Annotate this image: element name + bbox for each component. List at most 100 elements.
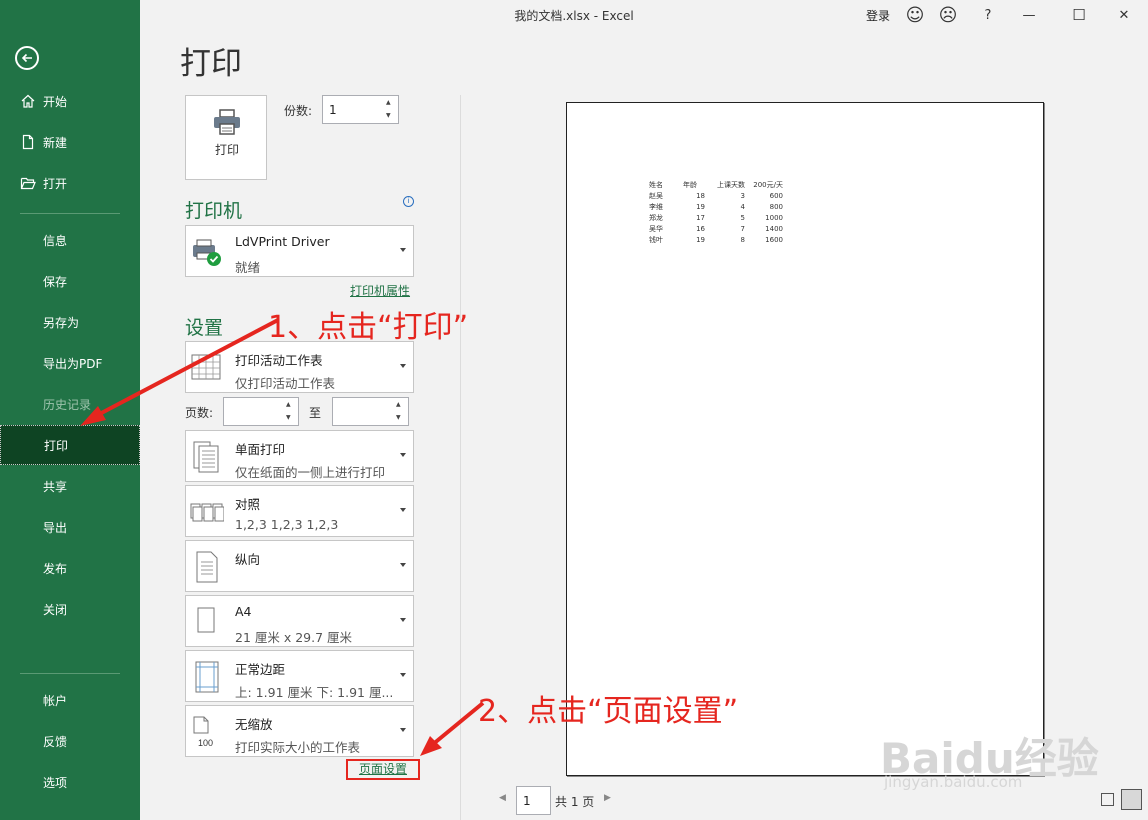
page-setup-link[interactable]: 页面设置 [346,759,420,780]
sidebar-item-save-as[interactable]: 另存为 [0,302,140,342]
pages-label: 页数: [185,406,214,420]
new-document-icon [22,134,34,150]
margins-icon [195,661,219,693]
down-arrow-icon[interactable]: ▼ [286,413,296,423]
excel-backstage-window: 开始 新建 打开 信息 保存 另存为 导出为PDF 历史记录 打印 共享 导出 … [0,0,1148,820]
sidebar-item-feedback[interactable]: 反馈 [0,721,140,761]
down-arrow-icon[interactable]: ▼ [396,413,406,423]
sidebar-item-label: 信息 [43,233,68,248]
margins-title: 正常边距 [235,662,286,677]
copies-stepper[interactable]: 1 ▲ ▼ [322,95,399,124]
stepper-arrows[interactable]: ▲ ▼ [396,400,406,423]
margins-dropdown[interactable]: 正常边距 上: 1.91 厘米 下: 1.91 厘... [185,650,414,702]
chevron-down-icon [400,248,406,252]
back-arrow-icon [21,53,32,63]
help-button[interactable]: ? [977,4,999,26]
backstage-sidebar: 开始 新建 打开 信息 保存 另存为 导出为PDF 历史记录 打印 共享 导出 … [0,0,140,820]
pages-to-input[interactable]: ▲ ▼ [332,397,409,426]
pages-from-input[interactable]: ▲ ▼ [223,397,299,426]
cell: 钱叶 [649,236,663,244]
header-cell: 姓名 [649,181,663,189]
page-number-input[interactable]: 1 [516,786,551,815]
title-bar: 我的文档.xlsx - Excel 登录 ☺ ☹ ? — ☐ ✕ [140,0,1148,30]
up-arrow-icon[interactable]: ▲ [286,400,296,410]
orientation-dropdown[interactable]: 纵向 [185,540,414,592]
sidebar-item-label: 反馈 [43,734,68,749]
sidebar-item-share[interactable]: 共享 [0,466,140,506]
cell: 16 [696,225,705,233]
cell: 1400 [765,225,783,233]
chevron-down-icon [400,453,406,457]
scaling-dropdown[interactable]: 100 无缩放 打印实际大小的工作表 [185,705,414,757]
sidebar-item-close[interactable]: 关闭 [0,589,140,629]
no-scaling-icon: 100 [193,716,213,748]
page-title: 打印 [180,46,242,82]
stepper-arrows[interactable]: ▲ ▼ [286,400,296,423]
sidebar-item-label: 选项 [43,775,68,790]
sign-in-link[interactable]: 登录 [866,7,890,24]
sidebar-item-label: 打印 [44,438,69,453]
preview-table: 姓名 年龄 上课天数 200元/天 赵吴 18 3 600 李维 19 4 80… [649,180,783,246]
sidebar-item-account[interactable]: 帐户 [0,680,140,720]
sidebar-item-label: 另存为 [43,315,80,330]
print-button[interactable]: 打印 [185,95,267,180]
pages-to-label: 至 [309,406,322,420]
cell: 李维 [649,203,663,211]
sidebar-item-export[interactable]: 导出 [0,507,140,547]
zoom-to-page-button[interactable] [1121,789,1142,810]
scaling-desc: 打印实际大小的工作表 [235,740,361,755]
svg-text:100: 100 [198,738,213,748]
orientation-title: 纵向 [235,552,261,567]
sidebar-item-history: 历史记录 [0,384,140,424]
paper-size-dropdown[interactable]: A4 21 厘米 x 29.7 厘米 [185,595,414,647]
cell: 3 [740,192,745,200]
sidebar-item-export-pdf[interactable]: 导出为PDF [0,343,140,383]
close-window-button[interactable]: ✕ [1113,4,1135,26]
stepper-arrows[interactable]: ▲ ▼ [386,98,396,121]
sidebar-item-save[interactable]: 保存 [0,261,140,301]
info-icon[interactable]: i [403,196,414,207]
printer-name: LdVPrint Driver [235,234,330,249]
cell: 19 [696,203,705,211]
cell: 7 [740,225,745,233]
previous-page-button[interactable]: ◀ [499,793,506,803]
up-arrow-icon[interactable]: ▲ [386,98,396,108]
table-row: 钱叶 19 8 1600 [649,235,783,246]
back-button[interactable] [15,46,39,70]
show-margins-button[interactable] [1101,793,1114,806]
sides-dropdown[interactable]: 单面打印 仅在纸面的一侧上进行打印 [185,430,414,482]
print-scope-dropdown[interactable]: 打印活动工作表 仅打印活动工作表 [185,341,414,393]
maximize-button[interactable]: ☐ [1068,4,1090,26]
sidebar-item-options[interactable]: 选项 [0,762,140,802]
printer-status: 就绪 [235,260,261,275]
home-icon [21,94,35,108]
sidebar-item-info[interactable]: 信息 [0,220,140,260]
printer-dropdown[interactable]: LdVPrint Driver 就绪 [185,225,414,277]
smile-feedback-icon[interactable]: ☺ [904,4,926,26]
cell: 赵吴 [649,192,663,200]
printer-section-title: 打印机 [185,200,243,222]
frown-feedback-icon[interactable]: ☹ [937,4,959,26]
down-arrow-icon[interactable]: ▼ [386,111,396,121]
sidebar-item-label: 发布 [43,561,68,576]
minimize-button[interactable]: — [1018,4,1040,26]
sidebar-item-publish[interactable]: 发布 [0,548,140,588]
sidebar-divider [20,673,120,674]
up-arrow-icon[interactable]: ▲ [396,400,406,410]
printer-properties-link[interactable]: 打印机属性 [350,282,410,299]
collated-pages-icon [190,503,224,522]
sidebar-item-label: 保存 [43,274,68,289]
next-page-button[interactable]: ▶ [604,793,611,803]
sidebar-item-new[interactable]: 新建 [0,122,140,162]
sidebar-item-print[interactable]: 打印 [0,425,140,465]
copies-label: 份数: [284,104,313,118]
sidebar-item-open[interactable]: 打开 [0,163,140,203]
print-preview-page: 姓名 年龄 上课天数 200元/天 赵吴 18 3 600 李维 19 4 80… [566,102,1044,776]
sidebar-item-home[interactable]: 开始 [0,81,140,121]
sidebar-item-label: 开始 [43,94,68,109]
portrait-page-icon [196,551,218,583]
cell: 17 [696,214,705,222]
collate-dropdown[interactable]: 对照 1,2,3 1,2,3 1,2,3 [185,485,414,537]
chevron-down-icon [400,563,406,567]
cell: 8 [740,236,745,244]
